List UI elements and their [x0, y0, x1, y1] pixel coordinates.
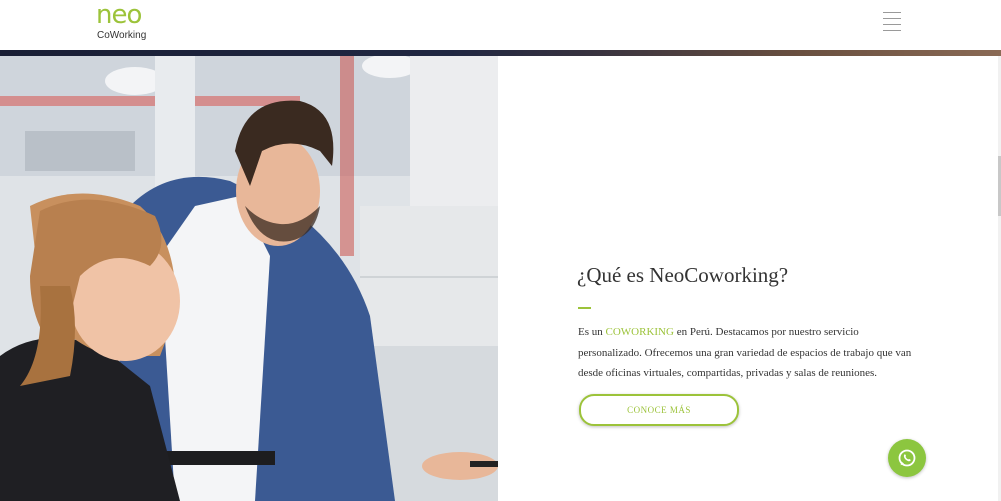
section-heading: ¿Qué es NeoCoworking?	[577, 263, 789, 287]
hamburger-menu-icon[interactable]	[878, 10, 906, 32]
hero-photo	[0, 56, 498, 501]
whatsapp-icon	[898, 449, 916, 467]
heading-accent-bar	[578, 307, 591, 309]
coworking-highlight: COWORKING	[605, 326, 674, 338]
logo-subtitle: CoWorking	[97, 30, 147, 41]
whatsapp-button[interactable]	[888, 439, 926, 477]
logo-word: neo	[96, 0, 142, 30]
site-header: neo CoWorking	[0, 0, 1001, 50]
section-description: Es un COWORKING en Perú. Destacamos por …	[578, 322, 913, 384]
neo-coworking-logo[interactable]: neo CoWorking	[96, 2, 156, 44]
desc-text-start: Es un	[578, 326, 606, 338]
about-section: ¿Qué es NeoCoworking? Es un COWORKING en…	[499, 56, 1001, 501]
conoce-mas-button[interactable]: CONOCE MÁS	[579, 394, 739, 426]
